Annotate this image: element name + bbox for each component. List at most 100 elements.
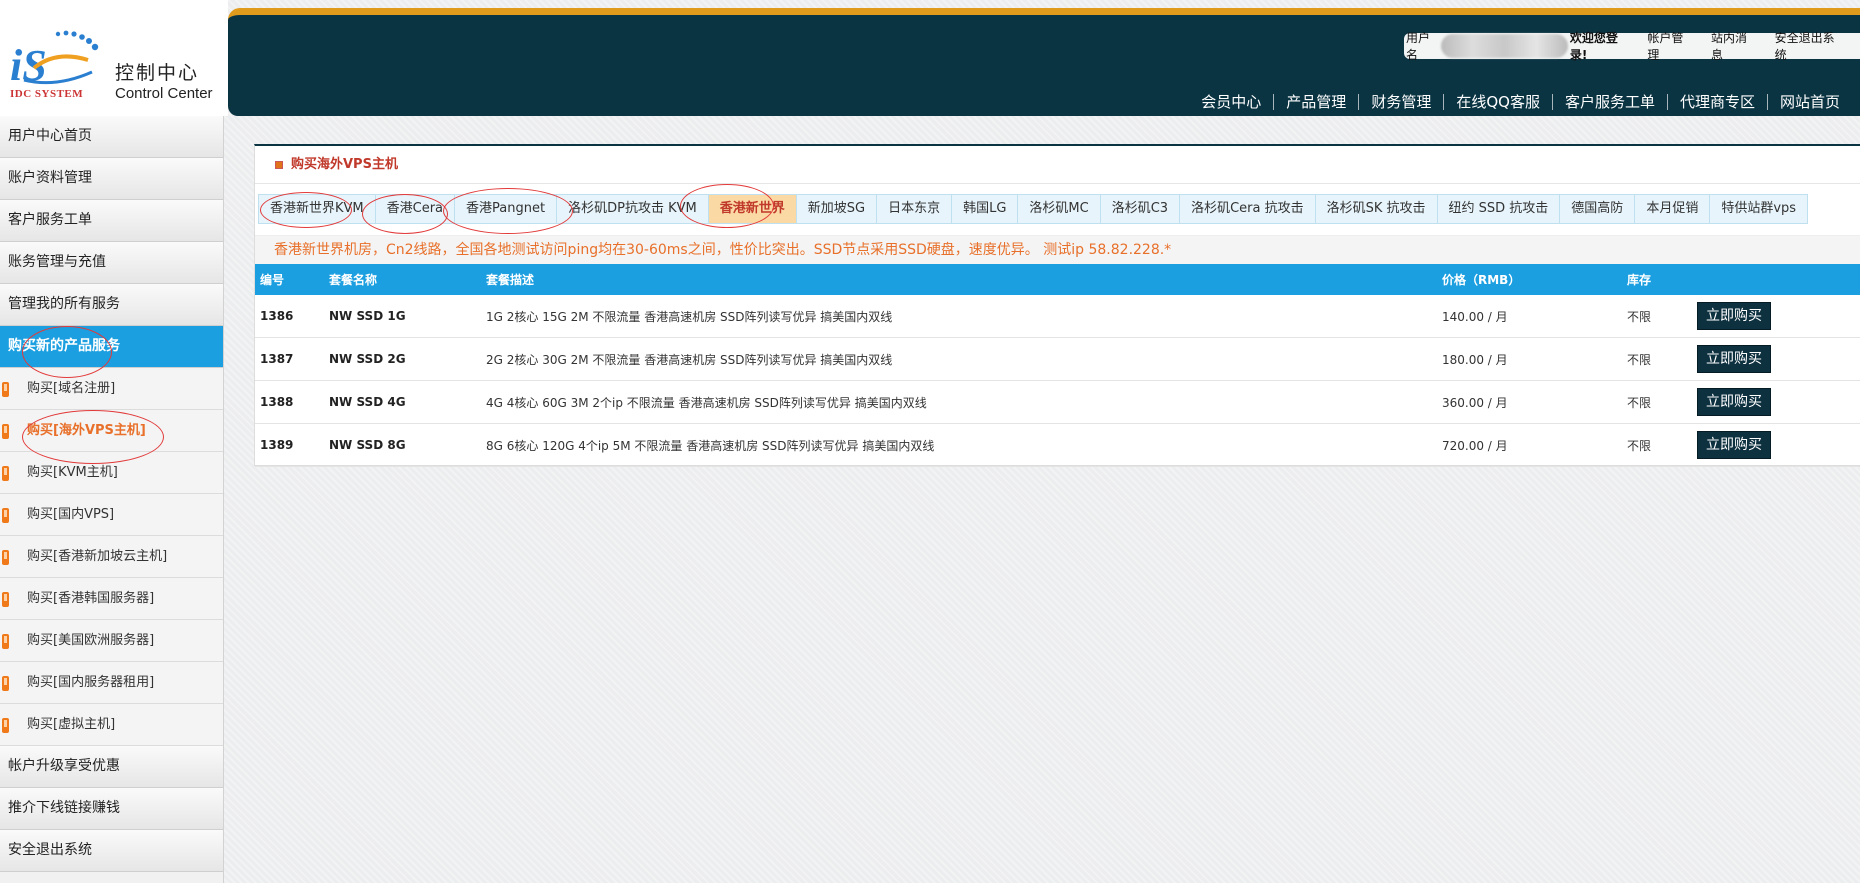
tab-monthly-promo[interactable]: 本月促销 (1635, 194, 1711, 224)
plan-description: 2G 2核心 30G 2M 不限流量 香港高速机房 SSD阵列读写优异 搞美国内… (486, 337, 1442, 381)
tab-la-c3[interactable]: 洛杉矶C3 (1100, 194, 1181, 224)
tab-germany[interactable]: 德国高防 (1560, 194, 1636, 224)
tab-hk-cera[interactable]: 香港Cera (375, 194, 456, 224)
sidebar: 用户中心首页 账户资料管理 客户服务工单 账务管理与充值 管理我的所有服务 购买… (0, 116, 224, 883)
logo-area: iS IDC SYSTEM 控制中心 Control Center (0, 0, 228, 116)
table-row: 1389 NW SSD 8G 8G 6核心 120G 4个ip 5M 不限流量 … (255, 423, 1860, 467)
sidebar-item-user-home[interactable]: 用户中心首页 (0, 116, 223, 158)
sidebar-item-upgrade[interactable]: 帐户升级享受优惠 (0, 746, 223, 788)
plan-description: 8G 6核心 120G 4个ip 5M 不限流量 香港高速机房 SSD阵列读写优… (486, 423, 1442, 467)
tab-la-mc[interactable]: 洛杉矶MC (1018, 194, 1101, 224)
buy-now-button[interactable]: 立即购买 (1697, 345, 1771, 373)
sidebar-sub-label: 购买[美国欧洲服务器] (27, 633, 155, 648)
tab-korea-lg[interactable]: 韩国LG (952, 194, 1019, 224)
square-bullet-icon (275, 161, 283, 169)
phone-icon (2, 550, 9, 565)
sidebar-sub-kvm[interactable]: 购买[KVM主机] (0, 452, 223, 494)
product-table: 编号 套餐名称 套餐描述 价格（RMB） 库存 1386 NW SSD 1G 1… (255, 264, 1860, 467)
tab-hk-newworld-kvm[interactable]: 香港新世界KVM (258, 194, 376, 224)
sidebar-sub-us-eu-server[interactable]: 购买[美国欧洲服务器] (0, 620, 223, 662)
sidebar-sub-label: 购买[KVM主机] (27, 465, 118, 480)
phone-icon (2, 718, 9, 733)
action-cell: 立即购买 (1697, 295, 1860, 338)
region-tabs: 香港新世界KVM 香港Cera 香港Pangnet 洛杉矶DP抗攻击 KVM 香… (258, 194, 1860, 224)
tab-la-cera[interactable]: 洛杉矶Cera 抗攻击 (1180, 194, 1316, 224)
sidebar-item-buy-products[interactable]: 购买新的产品服务 (0, 326, 223, 368)
tab-site-group-vps[interactable]: 特供站群vps (1710, 194, 1809, 224)
sidebar-sub-domain[interactable]: 购买[域名注册] (0, 368, 223, 410)
messages-link[interactable]: 站内消息 (1711, 29, 1755, 63)
datacenter-notice: 香港新世界机房，Cn2线路，全国各地测试访问ping均在30-60ms之间，性价… (255, 235, 1860, 264)
nav-finance[interactable]: 财务管理 (1358, 94, 1443, 110)
table-row: 1386 NW SSD 1G 1G 2核心 15G 2M 不限流量 香港高速机房… (255, 295, 1860, 338)
tab-hk-newworld[interactable]: 香港新世界 (708, 194, 797, 224)
purchase-panel: 购买海外VPS主机 香港新世界KVM 香港Cera 香港Pangnet 洛杉矶D… (254, 144, 1860, 467)
logout-link[interactable]: 安全退出系统 (1775, 29, 1840, 63)
sidebar-sub-label: 购买[国内服务器租用] (27, 675, 155, 690)
tab-singapore-sg[interactable]: 新加坡SG (796, 194, 878, 224)
action-cell: 立即购买 (1697, 337, 1860, 381)
plan-name: NW SSD 8G (329, 423, 486, 467)
sidebar-sub-domestic-vps[interactable]: 购买[国内VPS] (0, 494, 223, 536)
plan-name: NW SSD 1G (329, 295, 486, 338)
phone-icon (2, 508, 9, 523)
logo-subtitle: Control Center (115, 85, 213, 102)
table-header-row: 编号 套餐名称 套餐描述 价格（RMB） 库存 (255, 264, 1860, 295)
plan-description: 1G 2核心 15G 2M 不限流量 香港高速机房 SSD阵列读写优异 搞美国内… (486, 295, 1442, 338)
sidebar-sub-hk-kr-server[interactable]: 购买[香港韩国服务器] (0, 578, 223, 620)
page-title: 购买海外VPS主机 (291, 157, 398, 172)
nav-home[interactable]: 网站首页 (1766, 94, 1852, 110)
user-bar: 用户名 欢迎您登录! 帐户管理 站内消息 安全退出系统 (1404, 31, 1860, 62)
nav-member-center[interactable]: 会员中心 (1189, 94, 1273, 110)
nav-qq-support[interactable]: 在线QQ客服 (1443, 94, 1552, 110)
main-nav: 会员中心 产品管理 财务管理 在线QQ客服 客户服务工单 代理商专区 网站首页 (1189, 94, 1852, 110)
buy-now-button[interactable]: 立即购买 (1697, 388, 1771, 416)
plan-name: NW SSD 2G (329, 337, 486, 381)
sidebar-sub-virtual-host[interactable]: 购买[虚拟主机] (0, 704, 223, 746)
sidebar-sub-overseas-vps[interactable]: 购买[海外VPS主机] (0, 410, 223, 452)
sidebar-item-tickets[interactable]: 客户服务工单 (0, 200, 223, 242)
tab-la-sk[interactable]: 洛杉矶SK 抗攻击 (1315, 194, 1438, 224)
sidebar-sub-label: 购买[虚拟主机] (27, 717, 116, 732)
plan-price: 180.00 / 月 (1442, 337, 1627, 381)
sidebar-item-billing[interactable]: 账务管理与充值 (0, 242, 223, 284)
plan-id: 1386 (255, 295, 329, 338)
phone-icon (2, 466, 9, 481)
tab-la-dp-kvm[interactable]: 洛杉矶DP抗攻击 KVM (557, 194, 709, 224)
sidebar-item-my-services[interactable]: 管理我的所有服务 (0, 284, 223, 326)
phone-icon (2, 634, 9, 649)
phone-icon (2, 424, 9, 439)
top-header: 用户名 欢迎您登录! 帐户管理 站内消息 安全退出系统 会员中心 产品管理 财务… (228, 8, 1860, 116)
plan-id: 1388 (255, 380, 329, 424)
plan-price: 140.00 / 月 (1442, 295, 1627, 338)
nav-agent-zone[interactable]: 代理商专区 (1666, 94, 1767, 110)
sidebar-sub-hk-sg-cloud[interactable]: 购买[香港新加坡云主机] (0, 536, 223, 578)
table-row: 1387 NW SSD 2G 2G 2核心 30G 2M 不限流量 香港高速机房… (255, 337, 1860, 381)
sidebar-item-referral[interactable]: 推介下线链接赚钱 (0, 788, 223, 830)
tab-japan-tokyo[interactable]: 日本东京 (877, 194, 953, 224)
buy-now-button[interactable]: 立即购买 (1697, 431, 1771, 459)
sidebar-sub-domestic-server[interactable]: 购买[国内服务器租用] (0, 662, 223, 704)
logo-badge: IDC SYSTEM (10, 88, 84, 100)
col-stock: 库存 (1627, 264, 1697, 295)
tab-hk-pangnet[interactable]: 香港Pangnet (455, 194, 558, 224)
plan-stock: 不限 (1627, 337, 1697, 381)
plan-stock: 不限 (1627, 423, 1697, 467)
buy-now-button[interactable]: 立即购买 (1697, 302, 1771, 330)
nav-tickets[interactable]: 客户服务工单 (1551, 94, 1667, 110)
table-row: 1388 NW SSD 4G 4G 4核心 60G 3M 2个ip 不限流量 香… (255, 380, 1860, 424)
col-id: 编号 (255, 264, 329, 295)
phone-icon (2, 676, 9, 691)
account-link[interactable]: 帐户管理 (1647, 29, 1691, 63)
phone-icon (2, 382, 9, 397)
sidebar-item-profile[interactable]: 账户资料管理 (0, 158, 223, 200)
col-action (1697, 264, 1860, 295)
sidebar-sub-label: 购买[香港新加坡云主机] (27, 549, 168, 564)
tab-ny-ssd[interactable]: 纽约 SSD 抗攻击 (1437, 194, 1561, 224)
sidebar-sub-label: 购买[国内VPS] (27, 507, 115, 522)
plan-description: 4G 4核心 60G 3M 2个ip 不限流量 香港高速机房 SSD阵列读写优异… (486, 380, 1442, 424)
nav-products[interactable]: 产品管理 (1273, 94, 1358, 110)
sidebar-sub-label: 购买[域名注册] (27, 381, 116, 396)
phone-icon (2, 592, 9, 607)
sidebar-item-logout[interactable]: 安全退出系统 (0, 830, 223, 872)
